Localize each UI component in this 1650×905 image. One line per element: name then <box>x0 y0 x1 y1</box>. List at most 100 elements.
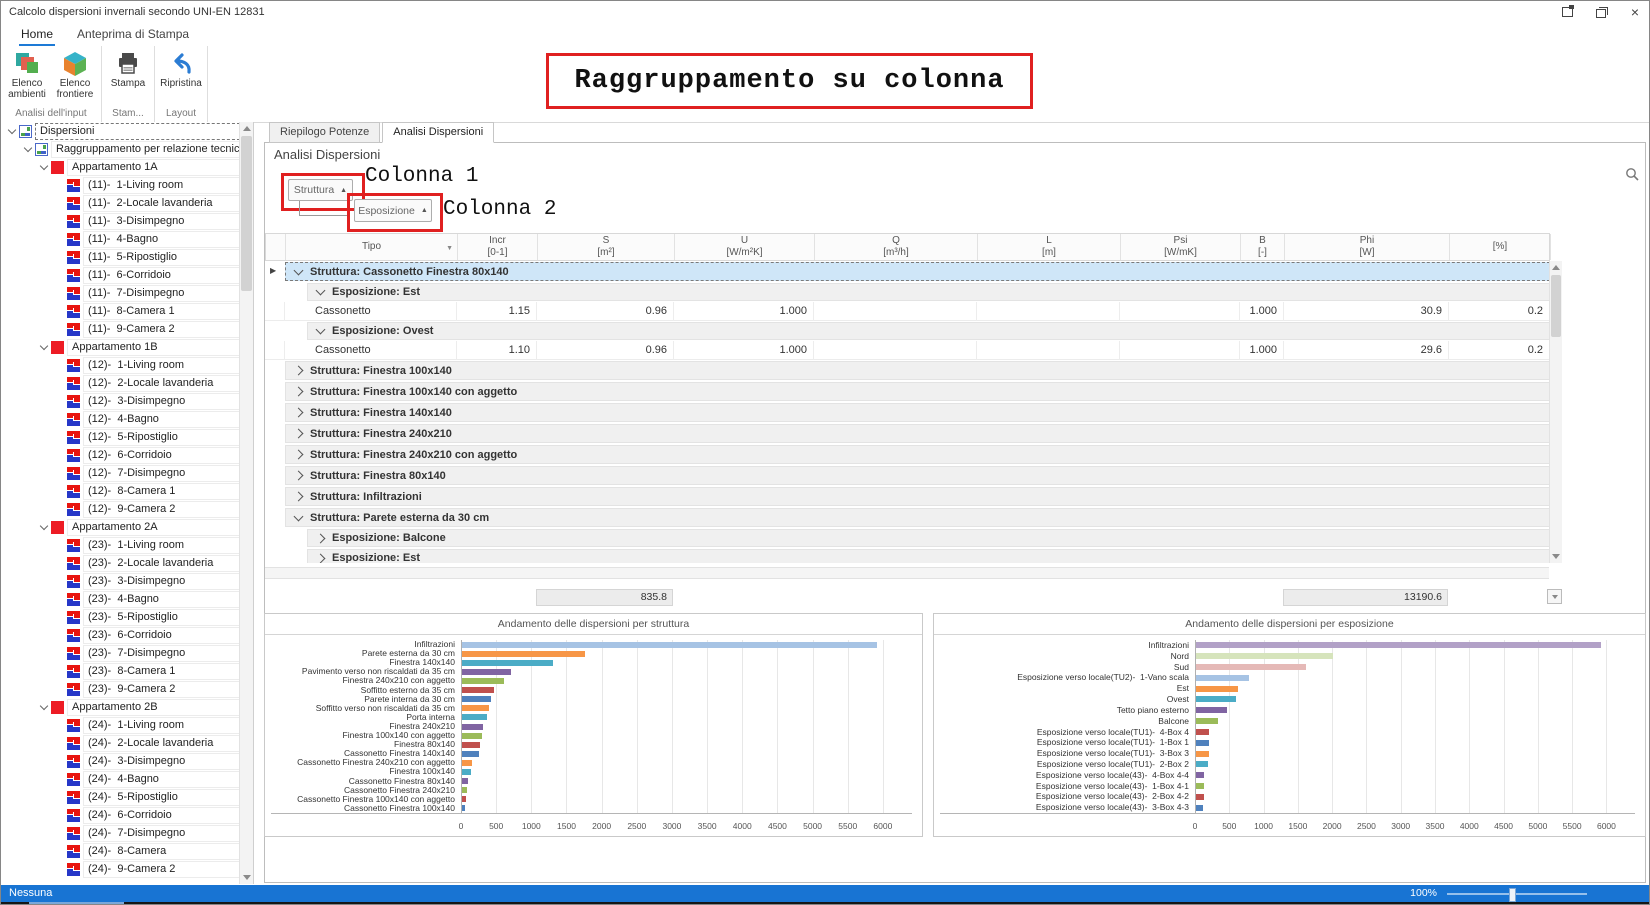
scroll-down-icon[interactable] <box>1550 550 1562 563</box>
column-header-s[interactable]: S[m²] <box>538 234 675 260</box>
tree-item-11-7-disimpegno[interactable]: (11)- 7-Disimpegno <box>1 284 240 302</box>
popout-icon[interactable] <box>1559 5 1575 19</box>
groupby-chip-struttura[interactable]: Struttura▲ <box>288 179 353 201</box>
expander-icon[interactable] <box>37 345 51 349</box>
tree-item-23-1-living-room[interactable]: (23)- 1-Living room <box>1 536 240 554</box>
grid-scrollbar[interactable] <box>1549 261 1562 563</box>
group-row-struttura-finestra-80x140[interactable]: Struttura: Finestra 80x140 <box>265 465 1550 486</box>
column-header-b[interactable]: B[-] <box>1241 234 1285 260</box>
expand-icon[interactable] <box>316 553 326 563</box>
tree-item-11-8-camera-1[interactable]: (11)- 8-Camera 1 <box>1 302 240 320</box>
tree-item-24-5-ripostiglio[interactable]: (24)- 5-Ripostiglio <box>1 788 240 806</box>
group-band[interactable]: Struttura: Finestra 100x140 <box>285 361 1550 380</box>
column-header-psi[interactable]: Psi[W/mK] <box>1121 234 1241 260</box>
tab-analisi-dispersioni[interactable]: Analisi Dispersioni <box>382 122 494 143</box>
tree-item-12-1-living-room[interactable]: (12)- 1-Living room <box>1 356 240 374</box>
expander-icon[interactable] <box>5 129 19 133</box>
tree-item-11-3-disimpegno[interactable]: (11)- 3-Disimpegno <box>1 212 240 230</box>
scroll-up-icon[interactable] <box>240 122 253 135</box>
maximize-icon[interactable] <box>1593 5 1609 19</box>
tree-item-24-2-locale-lavanderia[interactable]: (24)- 2-Locale lavanderia <box>1 734 240 752</box>
tree-item-dispersioni[interactable]: Dispersioni <box>1 122 240 140</box>
tree-item-12-4-bagno[interactable]: (12)- 4-Bagno <box>1 410 240 428</box>
tree-item-12-7-disimpegno[interactable]: (12)- 7-Disimpegno <box>1 464 240 482</box>
tree-item-23-7-disimpegno[interactable]: (23)- 7-Disimpegno <box>1 644 240 662</box>
tree-item-11-4-bagno[interactable]: (11)- 4-Bagno <box>1 230 240 248</box>
ribbon-tab-home[interactable]: Home <box>9 23 65 46</box>
group-row-esposizione-balcone[interactable]: Esposizione: Balcone <box>265 528 1550 548</box>
group-band[interactable]: Struttura: Finestra 100x140 con aggetto <box>285 382 1550 401</box>
tree-item-23-5-ripostiglio[interactable]: (23)- 5-Ripostiglio <box>1 608 240 626</box>
column-header-u[interactable]: U[W/m²K] <box>675 234 815 260</box>
grid-scrollbar-thumb[interactable] <box>1551 275 1561 337</box>
tree-item-23-9-camera-2[interactable]: (23)- 9-Camera 2 <box>1 680 240 698</box>
tree-item-24-8-camera[interactable]: (24)- 8-Camera <box>1 842 240 860</box>
group-band[interactable]: Struttura: Parete esterna da 30 cm <box>285 508 1550 527</box>
tree-item-appartamento-2a[interactable]: Appartamento 2A <box>1 518 240 536</box>
tree-item-24-6-corridoio[interactable]: (24)- 6-Corridoio <box>1 806 240 824</box>
ribbon-tab-anteprima-di-stampa[interactable]: Anteprima di Stampa <box>65 23 201 46</box>
tree-item-24-7-disimpegno[interactable]: (24)- 7-Disimpegno <box>1 824 240 842</box>
stampa-button[interactable]: Stampa <box>106 48 150 89</box>
tree-item-12-3-disimpegno[interactable]: (12)- 3-Disimpegno <box>1 392 240 410</box>
tree-item-appartamento-1b[interactable]: Appartamento 1B <box>1 338 240 356</box>
expand-icon[interactable] <box>294 492 304 502</box>
tree-item-12-2-locale-lavanderia[interactable]: (12)- 2-Locale lavanderia <box>1 374 240 392</box>
column-header-tipo[interactable]: Tipo▼ <box>286 234 458 260</box>
group-band[interactable]: Struttura: Finestra 240x210 con aggetto <box>285 445 1550 464</box>
expand-icon[interactable] <box>294 366 304 376</box>
column-header-q[interactable]: Q[m³/h] <box>815 234 978 260</box>
tree-item-12-8-camera-1[interactable]: (12)- 8-Camera 1 <box>1 482 240 500</box>
tree-item-11-6-corridoio[interactable]: (11)- 6-Corridoio <box>1 266 240 284</box>
tree-item-24-3-disimpegno[interactable]: (24)- 3-Disimpegno <box>1 752 240 770</box>
column-header-incr[interactable]: Incr[0-1] <box>458 234 538 260</box>
scroll-up-icon[interactable] <box>1550 261 1562 274</box>
tree-item-24-9-camera-2[interactable]: (24)- 9-Camera 2 <box>1 860 240 878</box>
tree-scrollbar-thumb[interactable] <box>241 136 252 291</box>
tree-item-12-9-camera-2[interactable]: (12)- 9-Camera 2 <box>1 500 240 518</box>
tree-item-23-6-corridoio[interactable]: (23)- 6-Corridoio <box>1 626 240 644</box>
group-band[interactable]: Struttura: Infiltrazioni <box>285 487 1550 506</box>
group-row-struttura-parete-esterna-da-30-cm[interactable]: Struttura: Parete esterna da 30 cm <box>265 507 1550 528</box>
filter-dropdown-icon[interactable]: ▼ <box>446 243 453 255</box>
filter-button[interactable] <box>1547 589 1562 604</box>
tree-item-23-8-camera-1[interactable]: (23)- 8-Camera 1 <box>1 662 240 680</box>
tree-item-11-2-locale-lavanderia[interactable]: (11)- 2-Locale lavanderia <box>1 194 240 212</box>
group-band[interactable]: Struttura: Finestra 140x140 <box>285 403 1550 422</box>
collapse-icon[interactable] <box>294 265 304 275</box>
collapse-icon[interactable] <box>316 325 326 335</box>
tree-item-23-3-disimpegno[interactable]: (23)- 3-Disimpegno <box>1 572 240 590</box>
table-row[interactable]: Cassonetto1.150.961.0001.00030.90.2 <box>265 302 1550 321</box>
tree-item-11-5-ripostiglio[interactable]: (11)- 5-Ripostiglio <box>1 248 240 266</box>
group-band[interactable]: Struttura: Cassonetto Finestra 80x140 <box>285 262 1550 281</box>
expander-icon[interactable] <box>37 165 51 169</box>
group-row-struttura-cassonetto-finestra-80x140[interactable]: ▶Struttura: Cassonetto Finestra 80x140 <box>265 261 1550 282</box>
expand-icon[interactable] <box>294 387 304 397</box>
group-band[interactable]: Esposizione: Ovest <box>307 322 1550 340</box>
group-row-esposizione-est[interactable]: Esposizione: Est <box>265 282 1550 302</box>
expand-icon[interactable] <box>294 450 304 460</box>
tree-item-12-6-corridoio[interactable]: (12)- 6-Corridoio <box>1 446 240 464</box>
tree-item-23-4-bagno[interactable]: (23)- 4-Bagno <box>1 590 240 608</box>
tree-item-12-5-ripostiglio[interactable]: (12)- 5-Ripostiglio <box>1 428 240 446</box>
zoom-slider-thumb[interactable] <box>1509 888 1516 902</box>
search-icon[interactable] <box>1625 167 1640 187</box>
group-row-struttura-finestra-240x210[interactable]: Struttura: Finestra 240x210 <box>265 423 1550 444</box>
group-row-struttura-finestra-140x140[interactable]: Struttura: Finestra 140x140 <box>265 402 1550 423</box>
group-row-esposizione-est[interactable]: Esposizione: Est <box>265 548 1550 563</box>
close-icon[interactable]: × <box>1627 5 1643 19</box>
tree-item-24-4-bagno[interactable]: (24)- 4-Bagno <box>1 770 240 788</box>
group-row-esposizione-ovest[interactable]: Esposizione: Ovest <box>265 321 1550 341</box>
expand-icon[interactable] <box>294 471 304 481</box>
expand-icon[interactable] <box>294 429 304 439</box>
tree-scrollbar[interactable] <box>239 122 253 884</box>
ripristina-button[interactable]: Ripristina <box>159 48 203 89</box>
tree-item-11-1-living-room[interactable]: (11)- 1-Living room <box>1 176 240 194</box>
expand-icon[interactable] <box>316 533 326 543</box>
group-band[interactable]: Esposizione: Est <box>307 549 1550 563</box>
group-band[interactable]: Struttura: Finestra 80x140 <box>285 466 1550 485</box>
collapse-icon[interactable] <box>316 286 326 296</box>
expander-icon[interactable] <box>37 525 51 529</box>
groupby-chip-esposizione[interactable]: Esposizione▲ <box>354 199 432 222</box>
tree-item-raggruppamento-per-relazione-tecnica[interactable]: Raggruppamento per relazione tecnica <box>1 140 240 158</box>
